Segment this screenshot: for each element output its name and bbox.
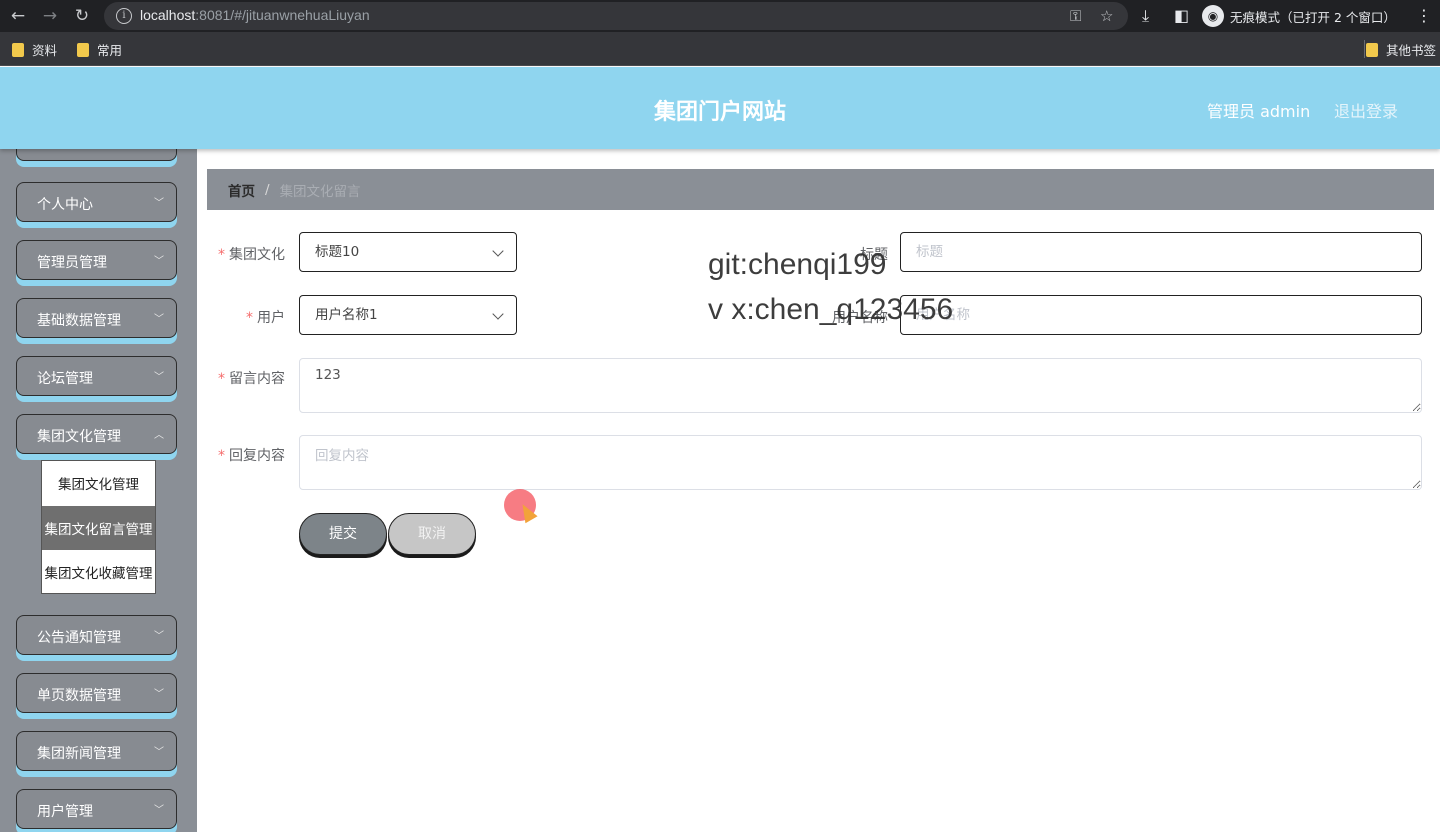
address-bar[interactable]: i localhost:8081/#/jituanwnehuaLiuyan ⚿ …: [104, 2, 1128, 30]
submenu-item-culture-manage[interactable]: 集团文化管理: [42, 461, 155, 506]
sidebar-item-admin-manage[interactable]: 管理员管理 ﹀: [16, 240, 177, 280]
incognito-indicator[interactable]: ◉ 无痕模式（已打开 2 个窗口）: [1202, 4, 1396, 28]
download-icon[interactable]: ⤓: [1142, 4, 1149, 28]
watermark-wx: v x:chen_q123456: [708, 293, 954, 326]
chevron-down-icon: ﹀: [154, 372, 164, 383]
watermark-git: git:chenqi199: [708, 248, 887, 281]
reply-textarea[interactable]: [299, 435, 1422, 490]
site-info-icon[interactable]: i: [116, 8, 132, 24]
culture-submenu: 集团文化管理 集团文化留言管理 集团文化收藏管理: [41, 460, 156, 594]
incognito-label: 无痕模式（已打开 2 个窗口）: [1230, 9, 1396, 25]
bookmark-folder-other[interactable]: 其他书签: [1366, 40, 1436, 59]
breadcrumb-current: 集团文化留言: [279, 183, 361, 200]
key-icon[interactable]: ⚿: [1070, 7, 1081, 25]
chevron-down-icon: ﹀: [154, 805, 164, 816]
reply-label: * 回复内容: [218, 448, 285, 464]
chevron-down-icon: [492, 245, 504, 257]
forward-icon[interactable]: →: [38, 4, 62, 28]
chevron-up-icon: ︿: [154, 430, 164, 441]
sidebar-item-users[interactable]: 用户管理 ﹀: [16, 789, 177, 829]
browser-toolbar: ← → ↻ i localhost:8081/#/jituanwnehuaLiu…: [0, 0, 1440, 32]
bookmark-divider: [1364, 40, 1365, 58]
sidebar-item-news[interactable]: 集团新闻管理 ﹀: [16, 731, 177, 771]
chevron-down-icon: ﹀: [154, 689, 164, 700]
breadcrumb-home[interactable]: 首页: [228, 180, 255, 200]
menu-icon[interactable]: ⋮: [1416, 4, 1432, 28]
chevron-down-icon: ﹀: [154, 256, 164, 267]
sidebar-item-home[interactable]: [16, 149, 177, 161]
sidebar-item-single-page[interactable]: 单页数据管理 ﹀: [16, 673, 177, 713]
username-input[interactable]: [900, 295, 1422, 335]
back-icon[interactable]: ←: [6, 4, 30, 28]
culture-select[interactable]: 标题10: [299, 232, 517, 272]
logout-link[interactable]: 退出登录: [1334, 98, 1398, 122]
submenu-item-culture-favorite[interactable]: 集团文化收藏管理: [42, 550, 155, 595]
admin-label: 管理员 admin: [1207, 102, 1311, 121]
sidebar-item-basic-data[interactable]: 基础数据管理 ﹀: [16, 298, 177, 338]
message-label: * 留言内容: [218, 371, 285, 387]
chevron-down-icon: ﹀: [154, 314, 164, 325]
cancel-button[interactable]: 取消: [388, 513, 476, 555]
title-input[interactable]: [900, 232, 1422, 272]
user-select[interactable]: 用户名称1: [299, 295, 517, 335]
chevron-down-icon: ﹀: [154, 747, 164, 758]
url-text[interactable]: localhost:8081/#/jituanwnehuaLiuyan: [140, 7, 370, 23]
chevron-down-icon: ﹀: [154, 631, 164, 642]
incognito-icon: ◉: [1202, 5, 1224, 27]
sidebar-item-personal-center[interactable]: 个人中心 ﹀: [16, 182, 177, 222]
breadcrumb: 首页 / 集团文化留言: [207, 169, 1434, 210]
chevron-down-icon: [492, 308, 504, 320]
sidepanel-icon[interactable]: ◧: [1174, 4, 1189, 28]
sidebar: 个人中心 ﹀ 管理员管理 ﹀ 基础数据管理 ﹀ 论坛管理 ﹀ 集团文化管理 ︿ 集团文化管…: [0, 149, 197, 832]
star-icon[interactable]: ☆: [1100, 7, 1113, 25]
message-textarea[interactable]: 123: [299, 358, 1422, 413]
breadcrumb-separator: /: [265, 181, 270, 198]
folder-icon: [77, 42, 89, 57]
reload-icon[interactable]: ↻: [70, 4, 94, 28]
user-label: * 用户: [246, 310, 285, 326]
culture-label: * 集团文化: [218, 247, 285, 263]
bookmarks-bar: 资料 常用 其他书签: [0, 32, 1440, 66]
app-header: 集团门户网站 管理员 admin 退出登录: [0, 67, 1440, 149]
chevron-down-icon: ﹀: [154, 198, 164, 209]
bookmark-folder-ziliao[interactable]: 资料: [12, 40, 57, 59]
site-title: 集团门户网站: [653, 100, 786, 125]
sidebar-item-forum[interactable]: 论坛管理 ﹀: [16, 356, 177, 396]
folder-icon: [1366, 42, 1378, 57]
sidebar-item-notice[interactable]: 公告通知管理 ﹀: [16, 615, 177, 655]
sidebar-item-culture[interactable]: 集团文化管理 ︿: [16, 414, 177, 454]
folder-icon: [12, 42, 24, 57]
bookmark-folder-changyong[interactable]: 常用: [77, 40, 122, 59]
submit-button[interactable]: 提交: [299, 513, 387, 555]
submenu-item-culture-message[interactable]: 集团文化留言管理: [42, 505, 155, 551]
